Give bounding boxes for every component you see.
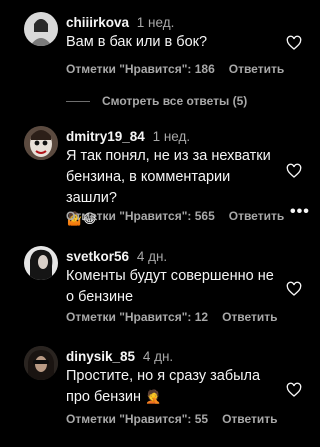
heart-icon[interactable] bbox=[286, 382, 302, 398]
comment-text: Коменты будут совершенно не о бензине bbox=[66, 268, 274, 305]
heart-icon[interactable] bbox=[286, 35, 302, 51]
avatar[interactable] bbox=[24, 126, 58, 160]
timestamp: 1 нед. bbox=[136, 15, 175, 30]
reply-button[interactable]: Ответить bbox=[222, 310, 277, 324]
reply-button[interactable]: Ответить bbox=[222, 412, 277, 426]
timestamp: 1 нед. bbox=[152, 129, 191, 144]
avatar[interactable] bbox=[24, 346, 58, 380]
comment-header: svetkor56 4 дн. bbox=[66, 249, 167, 264]
avatar[interactable] bbox=[24, 12, 58, 46]
comment-text: Простите, но я сразу забыла про бензин 🤦 bbox=[66, 366, 278, 408]
likes-count[interactable]: Отметки "Нравится": 565 bbox=[66, 209, 215, 223]
username[interactable]: dmitry19_84 bbox=[66, 129, 145, 144]
timestamp: 4 дн. bbox=[136, 249, 168, 264]
reply-button[interactable]: Ответить bbox=[229, 62, 284, 76]
username[interactable]: chiiirkova bbox=[66, 15, 129, 30]
comment-header: dinysik_85 4 дн. bbox=[66, 349, 173, 364]
timestamp: 4 дн. bbox=[142, 349, 174, 364]
username[interactable]: svetkor56 bbox=[66, 249, 129, 264]
likes-count[interactable]: Отметки "Нравится": 186 bbox=[66, 62, 215, 76]
view-replies-label: Смотреть все ответы (5) bbox=[102, 94, 248, 108]
avatar[interactable] bbox=[24, 246, 58, 280]
emoji: 🤦 bbox=[145, 390, 162, 405]
comment-text-content: Я так понял, не из за нехватки бензина, … bbox=[66, 148, 271, 206]
comment-header: dmitry19_84 1 нед. bbox=[66, 129, 190, 144]
likes-count[interactable]: Отметки "Нравится": 12 bbox=[66, 310, 208, 324]
more-dots-icon[interactable]: ••• bbox=[290, 203, 310, 221]
reply-button[interactable]: Ответить bbox=[229, 209, 284, 223]
comment-meta: Отметки "Нравится": 565 Ответить bbox=[66, 209, 284, 223]
likes-count[interactable]: Отметки "Нравится": 55 bbox=[66, 412, 208, 426]
comment-meta: Отметки "Нравится": 12 Ответить bbox=[66, 310, 278, 324]
heart-icon[interactable] bbox=[286, 163, 302, 179]
comment-meta: Отметки "Нравится": 55 Ответить bbox=[66, 412, 278, 426]
comment-header: chiiirkova 1 нед. bbox=[66, 15, 174, 30]
comment-text-content: Простите, но я сразу забыла про бензин bbox=[66, 368, 261, 405]
divider-line bbox=[66, 101, 90, 103]
view-replies-button[interactable]: Смотреть все ответы (5) bbox=[66, 94, 247, 108]
comment-text: Вам в бак или в бок? bbox=[66, 34, 208, 50]
username[interactable]: dinysik_85 bbox=[66, 349, 135, 364]
comment-meta: Отметки "Нравится": 186 Ответить bbox=[66, 62, 284, 76]
heart-icon[interactable] bbox=[286, 281, 302, 297]
